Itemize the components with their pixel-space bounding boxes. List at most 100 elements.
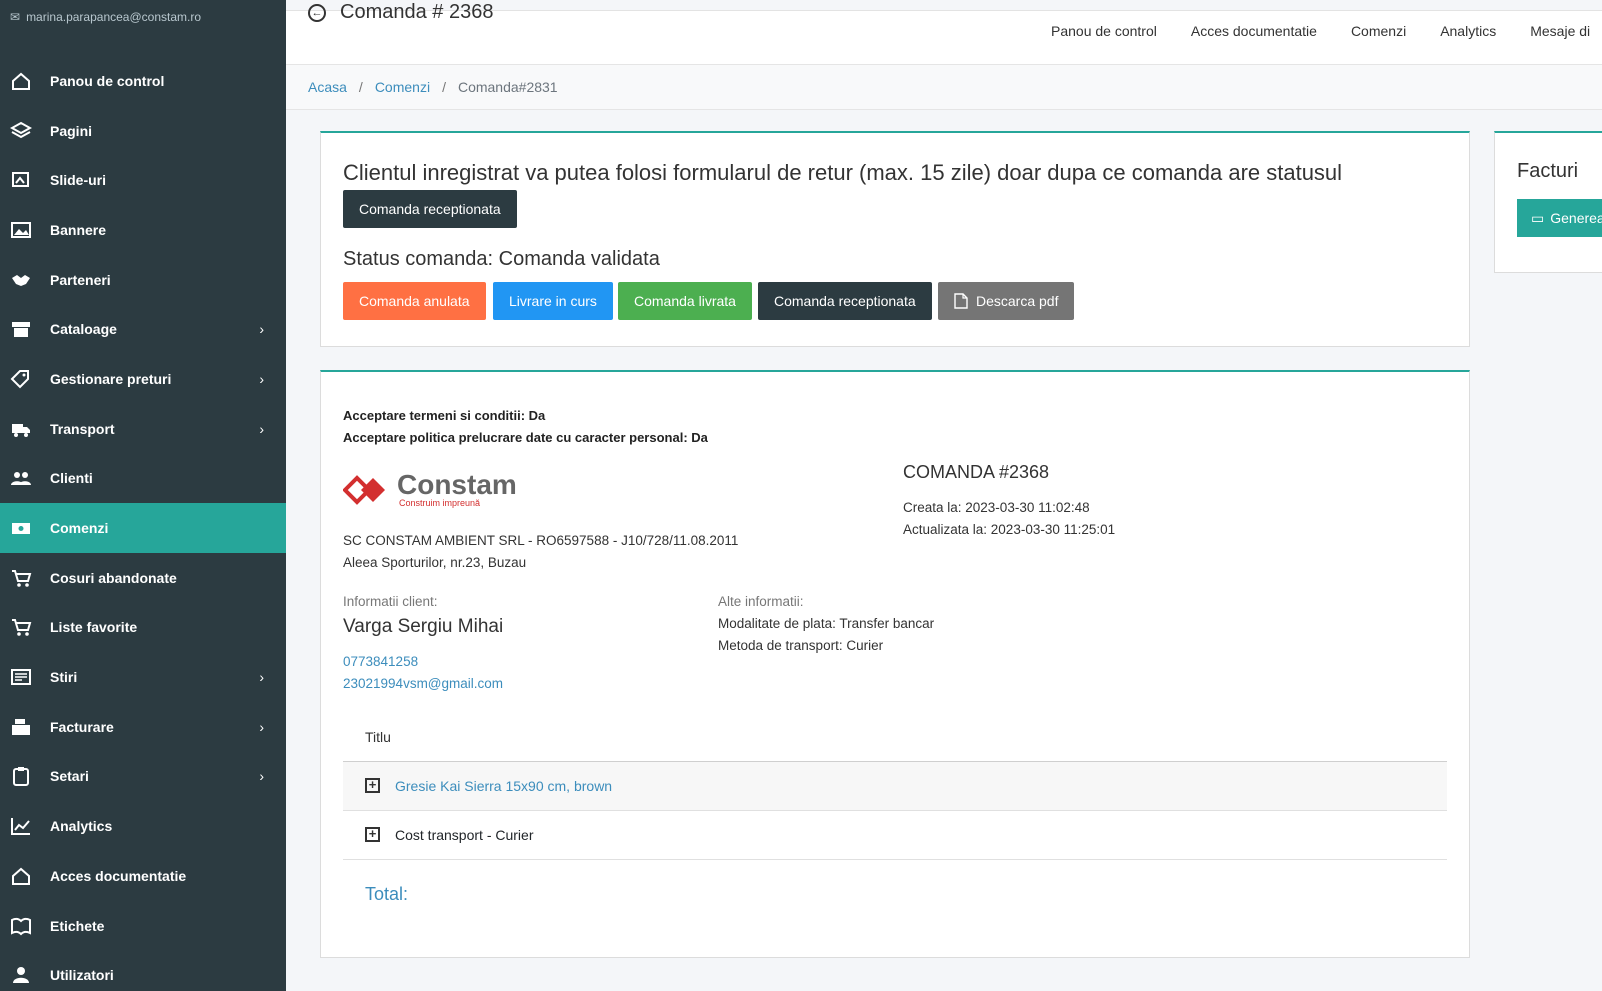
product-link[interactable]: Gresie Kai Sierra 15x90 cm, brown — [395, 778, 612, 794]
breadcrumb-home[interactable]: Acasa — [308, 79, 347, 95]
sidebar-item-acces-documentatie[interactable]: Acces documentatie — [0, 851, 286, 901]
company-line: SC CONSTAM AMBIENT SRL - RO6597588 - J10… — [343, 533, 739, 548]
sidebar-item-clienti[interactable]: Clienti — [0, 454, 286, 504]
updated-at: Actualizata la: 2023-03-30 11:25:01 — [903, 522, 1116, 537]
column-title: Titlu — [365, 729, 391, 745]
pdf-icon — [954, 293, 968, 309]
top-nav-comenzi[interactable]: Comenzi — [1351, 23, 1406, 39]
sidebar-item-label: Panou de control — [50, 72, 165, 89]
sidebar-item-liste-favorite[interactable]: Liste favorite — [0, 603, 286, 653]
sidebar-item-label: Pagini — [50, 122, 93, 139]
sidebar-item-label: Cosuri abandonate — [50, 569, 177, 586]
terms-acceptance: Acceptare termeni si conditii: Da — [343, 408, 546, 423]
top-bar: ← Comanda # 2368 Panou de control Acces … — [286, 1, 1602, 64]
top-nav-analytics[interactable]: Analytics — [1440, 23, 1496, 39]
products-table-header: Titlu — [343, 715, 1447, 762]
order-number: COMANDA #2368 — [903, 462, 1050, 482]
client-phone[interactable]: 0773841258 — [343, 654, 418, 669]
sidebar-item-label: Acces documentatie — [50, 867, 187, 884]
total-label: Total: — [365, 884, 409, 904]
logo-name: Constam — [397, 469, 517, 500]
back-arrow-icon[interactable]: ← — [308, 3, 326, 22]
expand-icon[interactable]: + — [365, 778, 380, 793]
sidebar-item-label: Utilizatori — [50, 967, 114, 984]
sidebar-item-label: Etichete — [50, 917, 105, 934]
sidebar-item-slide-uri[interactable]: Slide-uri — [0, 155, 286, 205]
mail-icon: ✉ — [10, 10, 21, 24]
payment-method: Modalitate de plata: Transfer bancar — [718, 616, 935, 631]
sidebar-item-parteneri[interactable]: Parteneri — [0, 255, 286, 305]
home-icon — [10, 865, 32, 887]
layers-icon — [10, 120, 32, 142]
sidebar-item-panou-de-control[interactable]: Panou de control — [0, 56, 286, 106]
expand-icon[interactable]: + — [365, 827, 380, 842]
notice-status-badge: Comanda receptionata — [343, 190, 517, 228]
client-info-label: Informatii client: — [343, 594, 438, 609]
money-icon — [10, 517, 32, 539]
received-button[interactable]: Comanda receptionata — [758, 282, 932, 320]
sidebar-item-utilizatori[interactable]: Utilizatori — [0, 950, 286, 991]
chevron-right-icon: › — [259, 669, 264, 686]
client-email[interactable]: 23021994vsm@gmail.com — [343, 676, 503, 691]
sidebar-item-label: Gestionare preturi — [50, 370, 172, 387]
handshake-icon — [10, 269, 32, 291]
clipboard-icon — [10, 765, 32, 787]
sidebar-item-gestionare-preturi[interactable]: Gestionare preturi › — [0, 354, 286, 404]
sidebar-item-label: Analytics — [50, 818, 113, 835]
order-status: Status comanda: Comanda validata — [343, 248, 660, 270]
client-name: Varga Sergiu Mihai — [343, 616, 504, 637]
sidebar-item-label: Facturare — [50, 718, 114, 735]
sidebar-item-label: Liste favorite — [50, 619, 138, 636]
sidebar: ✉ marina.parapancea@constam.ro Panou de … — [0, 0, 286, 991]
user-icon — [10, 964, 32, 986]
sidebar-item-cataloage[interactable]: Cataloage › — [0, 304, 286, 354]
download-pdf-button[interactable]: Descarca pdf — [938, 282, 1075, 320]
sidebar-item-bannere[interactable]: Bannere — [0, 205, 286, 255]
created-at: Creata la: 2023-03-30 11:02:48 — [903, 500, 1090, 515]
sidebar-item-label: Stiri — [50, 669, 78, 686]
sidebar-item-facturare[interactable]: Facturare › — [0, 702, 286, 752]
generate-invoice-button[interactable]: ▭ Genereaz — [1517, 199, 1602, 237]
sidebar-item-label: Parteneri — [50, 271, 111, 288]
chevron-right-icon: › — [259, 718, 264, 735]
sidebar-item-analytics[interactable]: Analytics — [0, 801, 286, 851]
breadcrumb-separator: / — [442, 79, 446, 95]
top-nav-mesaje[interactable]: Mesaje di — [1530, 23, 1590, 39]
top-nav-acces-documentatie[interactable]: Acces documentatie — [1191, 23, 1317, 39]
archive-icon — [10, 318, 32, 340]
sidebar-item-cosuri-abandonate[interactable]: Cosuri abandonate — [0, 553, 286, 603]
newspaper-icon — [10, 666, 32, 688]
truck-icon — [10, 418, 32, 440]
sidebar-item-label: Bannere — [50, 221, 107, 238]
shipping-method: Metoda de transport: Curier — [718, 638, 884, 653]
sidebar-item-setari[interactable]: Setari › — [0, 752, 286, 802]
sidebar-menu: Panou de control Pagini Slide-uri Bannere Pa… — [0, 56, 286, 991]
money-icon: ▭ — [1531, 209, 1545, 226]
sidebar-item-pagini[interactable]: Pagini — [0, 106, 286, 156]
sidebar-item-label: Slide-uri — [50, 172, 107, 189]
cart-plus-icon — [10, 616, 32, 638]
sidebar-item-label: Transport — [50, 420, 115, 437]
delivered-button[interactable]: Comanda livrata — [618, 282, 752, 320]
logo-slogan: Construim impreună — [399, 498, 481, 508]
delivery-in-progress-button[interactable]: Livrare in curs — [493, 282, 613, 320]
invoices-card: Facturi ▭ Genereaz — [1494, 131, 1602, 273]
sidebar-item-label: Setari — [50, 768, 89, 785]
breadcrumb-comenzi[interactable]: Comenzi — [375, 79, 430, 95]
top-nav-panou[interactable]: Panou de control — [1051, 23, 1157, 39]
sidebar-item-stiri[interactable]: Stiri › — [0, 652, 286, 702]
sidebar-item-comenzi[interactable]: Comenzi — [0, 503, 286, 553]
sidebar-item-label: Comenzi — [50, 520, 109, 537]
sidebar-item-etichete[interactable]: Etichete — [0, 901, 286, 951]
breadcrumb-bar: Acasa / Comenzi / Comanda#2831 — [286, 64, 1602, 110]
tags-icon — [10, 368, 32, 390]
cancel-order-button[interactable]: Comanda anulata — [343, 282, 486, 320]
chevron-right-icon: › — [259, 370, 264, 387]
status-card: Clientul inregistrat va putea folosi for… — [320, 131, 1470, 347]
breadcrumb-current: Comanda#2831 — [457, 79, 558, 95]
top-nav: Panou de control Acces documentatie Come… — [1051, 23, 1590, 39]
sidebar-item-transport[interactable]: Transport › — [0, 404, 286, 454]
chevron-right-icon: › — [259, 768, 264, 785]
chart-icon — [10, 815, 32, 837]
user-email: ✉ marina.parapancea@constam.ro — [10, 10, 201, 24]
